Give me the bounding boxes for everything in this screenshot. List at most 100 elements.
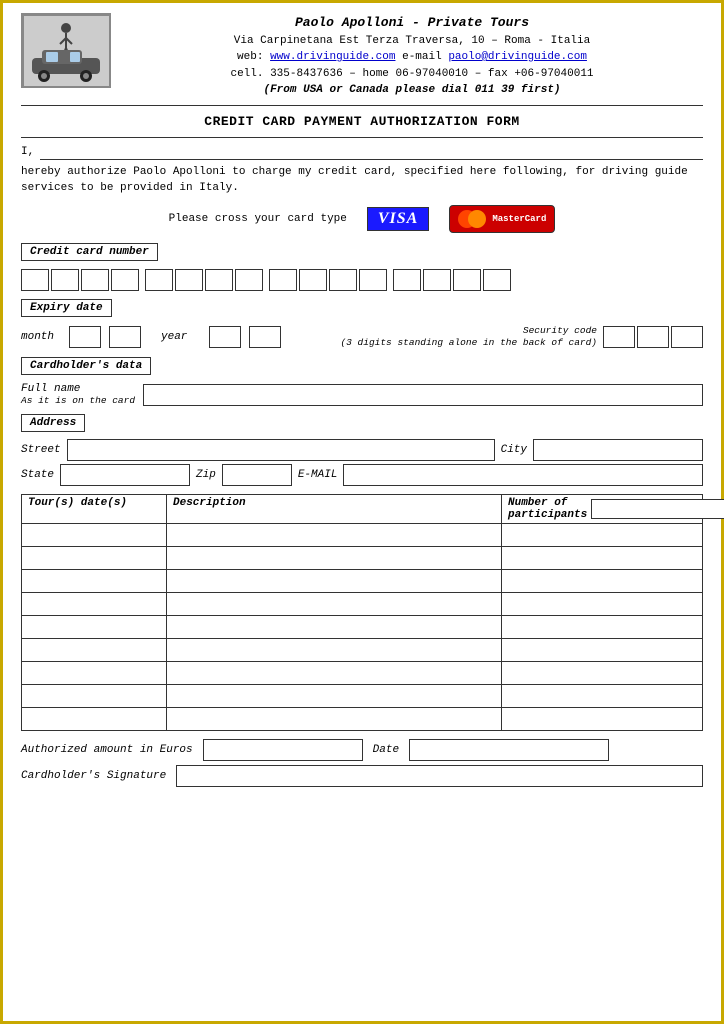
- tour-num-6[interactable]: [502, 639, 702, 661]
- fullname-input[interactable]: [143, 384, 703, 406]
- tours-col-num-label: Number of participants: [508, 497, 587, 521]
- security-code-3[interactable]: [671, 326, 703, 348]
- tour-row-6: [21, 639, 703, 662]
- state-input[interactable]: [60, 464, 190, 486]
- address-section: Address Street City State Zip E-MAIL: [21, 412, 703, 486]
- tour-num-4[interactable]: [502, 593, 702, 615]
- tour-desc-7[interactable]: [167, 662, 501, 684]
- expiry-year-2[interactable]: [249, 326, 281, 348]
- zip-input[interactable]: [222, 464, 292, 486]
- tour-num-2[interactable]: [502, 547, 702, 569]
- tour-desc-3[interactable]: [167, 570, 501, 592]
- cell-line: cell. 335-8437636 – home 06-97040010 – f…: [121, 66, 703, 83]
- expiry-security-row: month year Security code (3 digits stand…: [21, 325, 703, 350]
- tour-num-5[interactable]: [502, 616, 702, 638]
- cc-digit-4-1[interactable]: [393, 269, 421, 291]
- cc-digit-3-2[interactable]: [299, 269, 327, 291]
- security-code-2[interactable]: [637, 326, 669, 348]
- tour-desc-9[interactable]: [167, 708, 501, 730]
- tours-col-num-header: Number of participants: [502, 495, 702, 523]
- tour-row-8: [21, 685, 703, 708]
- tour-desc-8[interactable]: [167, 685, 501, 707]
- web-label: web:: [237, 51, 263, 63]
- tour-row-9: [21, 708, 703, 731]
- tour-num-8[interactable]: [502, 685, 702, 707]
- cc-digit-1-3[interactable]: [81, 269, 109, 291]
- security-boxes: [603, 326, 703, 348]
- cc-digit-2-3[interactable]: [205, 269, 233, 291]
- tour-desc-4[interactable]: [167, 593, 501, 615]
- street-input[interactable]: [67, 439, 495, 461]
- form-title: CREDIT CARD PAYMENT AUTHORIZATION FORM: [21, 114, 703, 129]
- tours-section: Tour(s) date(s) Description Number of pa…: [21, 494, 703, 731]
- cc-digit-3-4[interactable]: [359, 269, 387, 291]
- bottom-section: Authorized amount in Euros Date Cardhold…: [21, 739, 703, 787]
- tour-date-9[interactable]: [22, 708, 166, 730]
- expiry-label: Expiry date: [21, 299, 112, 317]
- tour-date-7[interactable]: [22, 662, 166, 684]
- signature-input[interactable]: [176, 765, 703, 787]
- name-field[interactable]: [40, 144, 703, 160]
- cc-digit-1-1[interactable]: [21, 269, 49, 291]
- expiry-month-1[interactable]: [69, 326, 101, 348]
- amount-input[interactable]: [203, 739, 363, 761]
- cc-group-3: [269, 269, 387, 291]
- tour-row-2: [21, 547, 703, 570]
- city-input[interactable]: [533, 439, 703, 461]
- expiry-month-2[interactable]: [109, 326, 141, 348]
- tour-date-3[interactable]: [22, 570, 166, 592]
- tours-col-num-input-header[interactable]: [591, 499, 724, 519]
- cc-group-2: [145, 269, 263, 291]
- tour-desc-1[interactable]: [167, 524, 501, 546]
- amount-label: Authorized amount in Euros: [21, 744, 193, 756]
- cc-digit-4-2[interactable]: [423, 269, 451, 291]
- tour-num-3[interactable]: [502, 570, 702, 592]
- tour-desc-2[interactable]: [167, 547, 501, 569]
- cc-digit-4-4[interactable]: [483, 269, 511, 291]
- tour-num-1[interactable]: [502, 524, 702, 546]
- cc-digit-2-1[interactable]: [145, 269, 173, 291]
- cc-digit-3-3[interactable]: [329, 269, 357, 291]
- cc-digit-1-4[interactable]: [111, 269, 139, 291]
- tour-date-1[interactable]: [22, 524, 166, 546]
- web-url[interactable]: www.drivinguide.com: [270, 51, 395, 63]
- tour-date-2[interactable]: [22, 547, 166, 569]
- month-label: month: [21, 331, 61, 343]
- tour-row-3: [21, 570, 703, 593]
- cc-digit-1-2[interactable]: [51, 269, 79, 291]
- expiry-year-1[interactable]: [209, 326, 241, 348]
- tour-date-4[interactable]: [22, 593, 166, 615]
- tour-num-7[interactable]: [502, 662, 702, 684]
- email-field-label: E-MAIL: [298, 469, 338, 481]
- tour-desc-5[interactable]: [167, 616, 501, 638]
- auth-line: I,: [21, 144, 703, 160]
- credit-card-number-section: Credit card number: [21, 241, 703, 291]
- email-address[interactable]: paolo@drivinguide.com: [448, 51, 587, 63]
- mastercard-badge: MasterCard: [449, 205, 555, 233]
- email-input[interactable]: [343, 464, 703, 486]
- fullname-block: Full name As it is on the card: [21, 383, 703, 406]
- security-sub: (3 digits standing alone in the back of …: [340, 337, 597, 349]
- header-divider: [21, 105, 703, 106]
- address-line: Via Carpinetana Est Terza Traversa, 10 –…: [121, 33, 703, 50]
- security-label: Security code: [340, 325, 597, 337]
- header-text: Paolo Apolloni - Private Tours Via Carpi…: [121, 13, 703, 99]
- cc-digit-2-2[interactable]: [175, 269, 203, 291]
- card-type-row: Please cross your card type VISA MasterC…: [21, 205, 703, 233]
- card-type-label: Please cross your card type: [169, 213, 347, 225]
- tour-date-8[interactable]: [22, 685, 166, 707]
- signature-label: Cardholder's Signature: [21, 770, 166, 782]
- tour-desc-6[interactable]: [167, 639, 501, 661]
- tour-row-7: [21, 662, 703, 685]
- security-right: Security code (3 digits standing alone i…: [340, 325, 703, 350]
- cc-digit-4-3[interactable]: [453, 269, 481, 291]
- security-code-1[interactable]: [603, 326, 635, 348]
- tour-date-5[interactable]: [22, 616, 166, 638]
- cc-digit-2-4[interactable]: [235, 269, 263, 291]
- cc-digit-3-1[interactable]: [269, 269, 297, 291]
- email-label: e-mail: [402, 51, 448, 63]
- tour-num-9[interactable]: [502, 708, 702, 730]
- date-input[interactable]: [409, 739, 609, 761]
- tour-date-6[interactable]: [22, 639, 166, 661]
- i-label: I,: [21, 146, 34, 158]
